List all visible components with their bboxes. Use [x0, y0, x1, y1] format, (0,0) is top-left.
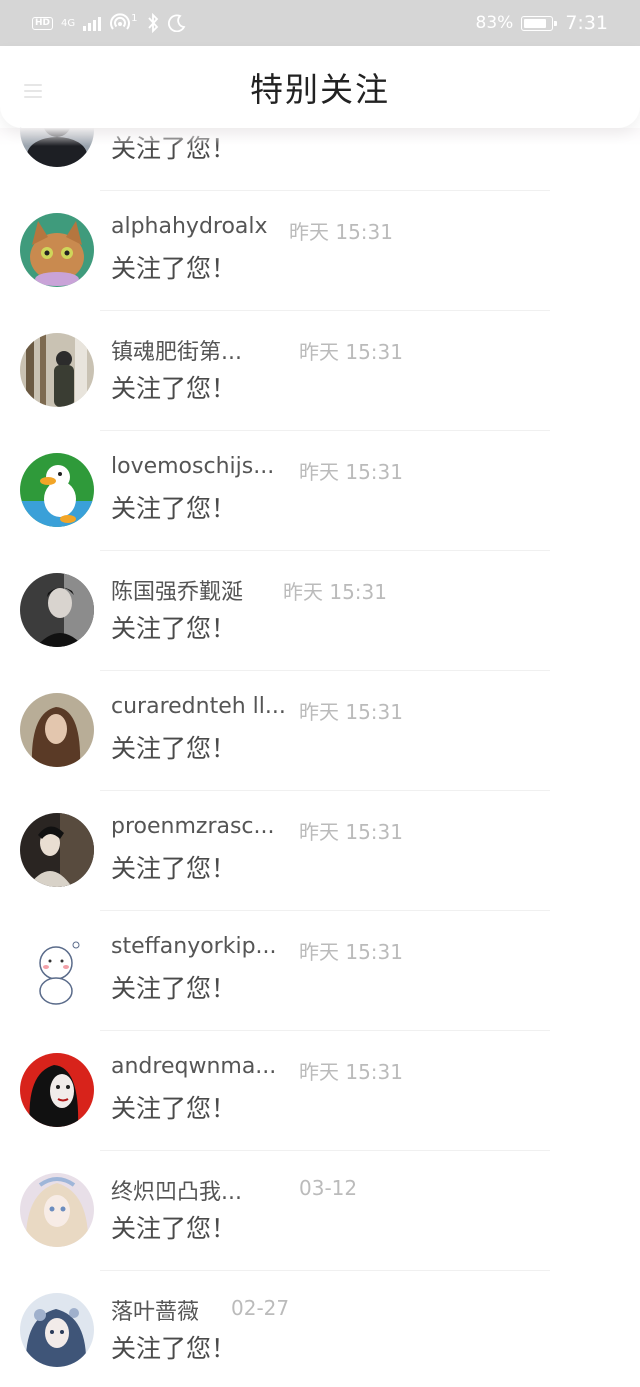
- message-text: 关注了您！: [111, 1334, 237, 1363]
- timestamp: 昨天 15:31: [283, 580, 387, 604]
- message-text: 关注了您！: [111, 974, 237, 1003]
- timestamp: 昨天 15:31: [299, 340, 403, 364]
- username[interactable]: andreqwnma...: [111, 1054, 276, 1079]
- list-item[interactable]: proenmzrasc... 昨天 15:31 关注了您！: [0, 791, 640, 911]
- network-type-label: 4G: [61, 17, 76, 29]
- username[interactable]: alphahydroalx: [111, 214, 268, 239]
- avatar[interactable]: [20, 213, 94, 287]
- hd-icon: HD: [32, 16, 54, 30]
- signal-icon: [83, 15, 102, 31]
- timestamp: 02-27: [231, 1296, 290, 1320]
- app-header: 特别关注: [0, 46, 640, 128]
- list-item[interactable]: curarednteh ll... 昨天 15:31 关注了您！: [0, 671, 640, 791]
- message-text: 关注了您！: [111, 494, 237, 523]
- screen: 关注了您！ alphahydroalx 昨天 15:31 关注了您！ 镇魂肥街第…: [0, 0, 640, 1387]
- username[interactable]: 镇魂肥街第...: [111, 334, 242, 366]
- message-text: 关注了您！: [111, 1214, 237, 1243]
- avatar[interactable]: [20, 1293, 94, 1367]
- avatar[interactable]: [20, 813, 94, 887]
- page-title: 特别关注: [250, 70, 390, 109]
- menu-icon[interactable]: [24, 84, 42, 98]
- avatar[interactable]: [20, 933, 94, 1007]
- timestamp: 昨天 15:31: [289, 220, 393, 244]
- message-text: 关注了您！: [111, 854, 237, 883]
- message-text: 关注了您！: [111, 614, 237, 643]
- list-item[interactable]: 镇魂肥街第... 昨天 15:31 关注了您！: [0, 311, 640, 431]
- list-item[interactable]: lovemoschijs... 昨天 15:31 关注了您！: [0, 431, 640, 551]
- message-text: 关注了您！: [111, 734, 237, 763]
- list-item[interactable]: steffanyorkip... 昨天 15:31 关注了您！: [0, 911, 640, 1031]
- hotspot-count: 1: [131, 12, 138, 24]
- username[interactable]: curarednteh ll...: [111, 694, 286, 719]
- clock: 7:31: [565, 12, 608, 34]
- timestamp: 昨天 15:31: [299, 700, 403, 724]
- timestamp: 昨天 15:31: [299, 820, 403, 844]
- battery-icon: [521, 15, 558, 31]
- bluetooth-icon: [146, 13, 160, 33]
- moon-icon: [167, 14, 186, 32]
- message-text: 关注了您！: [111, 1094, 237, 1123]
- battery-percent: 83%: [475, 13, 514, 33]
- timestamp: 昨天 15:31: [299, 1060, 403, 1084]
- avatar[interactable]: [20, 573, 94, 647]
- list-item[interactable]: andreqwnma... 昨天 15:31 关注了您！: [0, 1031, 640, 1151]
- hotspot-icon: 1: [109, 12, 138, 33]
- timestamp: 03-12: [299, 1176, 358, 1200]
- header-shadow: [0, 128, 640, 146]
- timestamp: 昨天 15:31: [299, 940, 403, 964]
- username[interactable]: 陈国强乔觐涎: [111, 574, 243, 606]
- status-bar: HD 4G 1 83% 7:31: [0, 0, 640, 46]
- username[interactable]: 终炽凹凸我...: [111, 1174, 242, 1206]
- message-text: 关注了您！: [111, 254, 237, 283]
- avatar[interactable]: [20, 1053, 94, 1127]
- username[interactable]: proenmzrasc...: [111, 814, 275, 839]
- list-item[interactable]: 落叶蔷薇 02-27 关注了您！: [0, 1271, 640, 1387]
- list-item[interactable]: alphahydroalx 昨天 15:31 关注了您！: [0, 191, 640, 311]
- avatar[interactable]: [20, 333, 94, 407]
- avatar[interactable]: [20, 1173, 94, 1247]
- avatar[interactable]: [20, 453, 94, 527]
- list-item[interactable]: 终炽凹凸我... 03-12 关注了您！: [0, 1151, 640, 1271]
- message-text: 关注了您！: [111, 374, 237, 403]
- username[interactable]: steffanyorkip...: [111, 934, 277, 959]
- timestamp: 昨天 15:31: [299, 460, 403, 484]
- username[interactable]: 落叶蔷薇: [111, 1294, 199, 1326]
- avatar[interactable]: [20, 693, 94, 767]
- follow-list[interactable]: 关注了您！ alphahydroalx 昨天 15:31 关注了您！ 镇魂肥街第…: [0, 0, 640, 1387]
- list-item[interactable]: 陈国强乔觐涎 昨天 15:31 关注了您！: [0, 551, 640, 671]
- username[interactable]: lovemoschijs...: [111, 454, 274, 479]
